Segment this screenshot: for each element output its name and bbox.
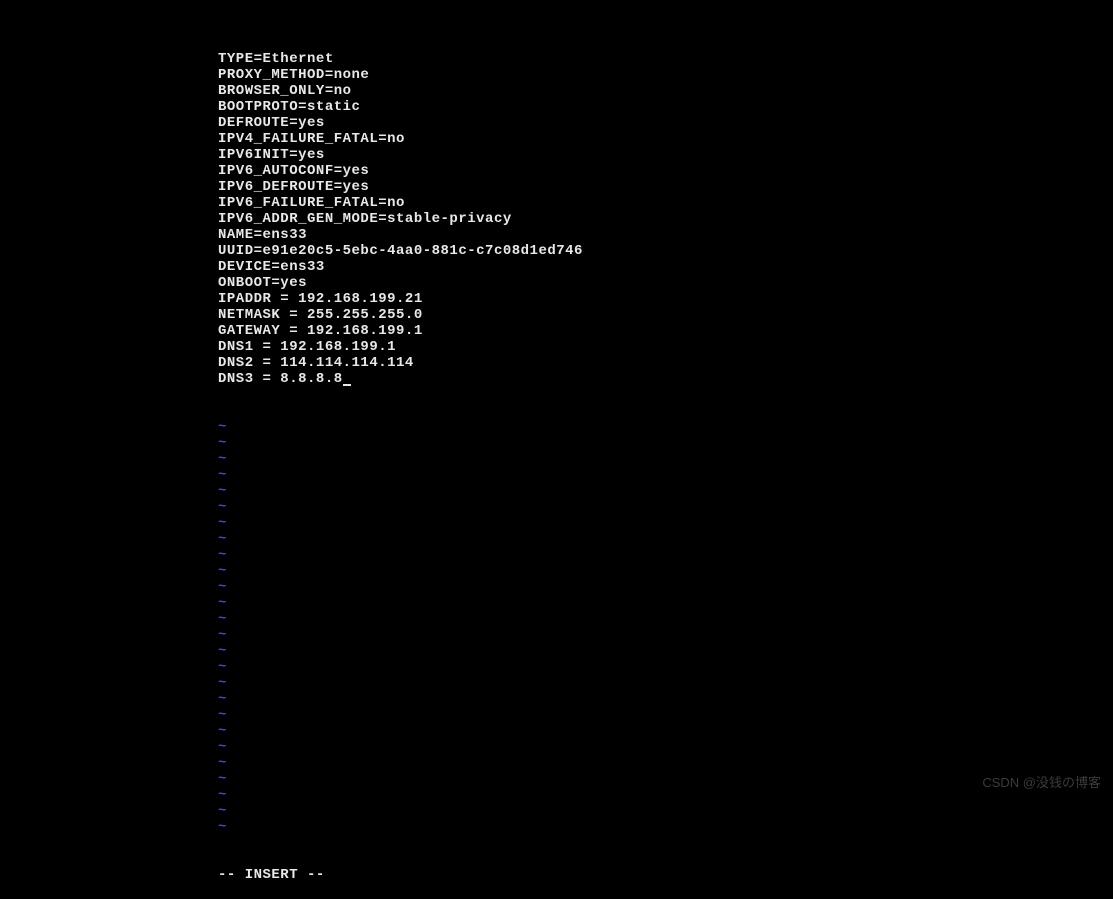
config-line: IPV6_FAILURE_FATAL=no xyxy=(218,195,1113,211)
empty-line-marker: ~ xyxy=(218,435,1113,451)
config-line: GATEWAY = 192.168.199.1 xyxy=(218,323,1113,339)
empty-line-marker: ~ xyxy=(218,643,1113,659)
empty-line-marker: ~ xyxy=(218,787,1113,803)
cursor xyxy=(343,384,351,386)
config-line: NETMASK = 255.255.255.0 xyxy=(218,307,1113,323)
config-line: UUID=e91e20c5-5ebc-4aa0-881c-c7c08d1ed74… xyxy=(218,243,1113,259)
empty-line-marker: ~ xyxy=(218,531,1113,547)
vim-status-line: -- INSERT -- xyxy=(218,867,1113,883)
empty-line-marker: ~ xyxy=(218,659,1113,675)
config-line: PROXY_METHOD=none xyxy=(218,67,1113,83)
empty-line-marker: ~ xyxy=(218,467,1113,483)
empty-line-marker: ~ xyxy=(218,611,1113,627)
empty-line-marker: ~ xyxy=(218,595,1113,611)
config-content: TYPE=EthernetPROXY_METHOD=noneBROWSER_ON… xyxy=(218,51,1113,387)
empty-line-marker: ~ xyxy=(218,547,1113,563)
watermark-text: CSDN @没钱の博客 xyxy=(982,775,1101,791)
config-line: DEFROUTE=yes xyxy=(218,115,1113,131)
config-line: IPV6_AUTOCONF=yes xyxy=(218,163,1113,179)
empty-line-marker: ~ xyxy=(218,451,1113,467)
empty-line-marker: ~ xyxy=(218,723,1113,739)
empty-line-marker: ~ xyxy=(218,803,1113,819)
config-line: DNS1 = 192.168.199.1 xyxy=(218,339,1113,355)
config-line: IPV6_ADDR_GEN_MODE=stable-privacy xyxy=(218,211,1113,227)
config-line: BROWSER_ONLY=no xyxy=(218,83,1113,99)
config-line: IPV6INIT=yes xyxy=(218,147,1113,163)
config-line: IPADDR = 192.168.199.21 xyxy=(218,291,1113,307)
empty-line-marker: ~ xyxy=(218,499,1113,515)
empty-line-marker: ~ xyxy=(218,419,1113,435)
config-line: DNS2 = 114.114.114.114 xyxy=(218,355,1113,371)
empty-line-marker: ~ xyxy=(218,691,1113,707)
empty-line-marker: ~ xyxy=(218,771,1113,787)
empty-line-marker: ~ xyxy=(218,579,1113,595)
empty-line-marker: ~ xyxy=(218,483,1113,499)
empty-line-marker: ~ xyxy=(218,675,1113,691)
config-line: IPV4_FAILURE_FATAL=no xyxy=(218,131,1113,147)
config-line: DEVICE=ens33 xyxy=(218,259,1113,275)
config-line: TYPE=Ethernet xyxy=(218,51,1113,67)
empty-line-marker: ~ xyxy=(218,563,1113,579)
config-line: NAME=ens33 xyxy=(218,227,1113,243)
config-line: IPV6_DEFROUTE=yes xyxy=(218,179,1113,195)
empty-line-marker: ~ xyxy=(218,819,1113,835)
empty-lines: ~~~~~~~~~~~~~~~~~~~~~~~~~~ xyxy=(218,419,1113,835)
empty-line-marker: ~ xyxy=(218,739,1113,755)
config-line: DNS3 = 8.8.8.8 xyxy=(218,371,1113,387)
empty-line-marker: ~ xyxy=(218,627,1113,643)
empty-line-marker: ~ xyxy=(218,515,1113,531)
empty-line-marker: ~ xyxy=(218,707,1113,723)
config-line: ONBOOT=yes xyxy=(218,275,1113,291)
empty-line-marker: ~ xyxy=(218,755,1113,771)
config-line: BOOTPROTO=static xyxy=(218,99,1113,115)
terminal-editor[interactable]: TYPE=EthernetPROXY_METHOD=noneBROWSER_ON… xyxy=(0,0,1113,899)
